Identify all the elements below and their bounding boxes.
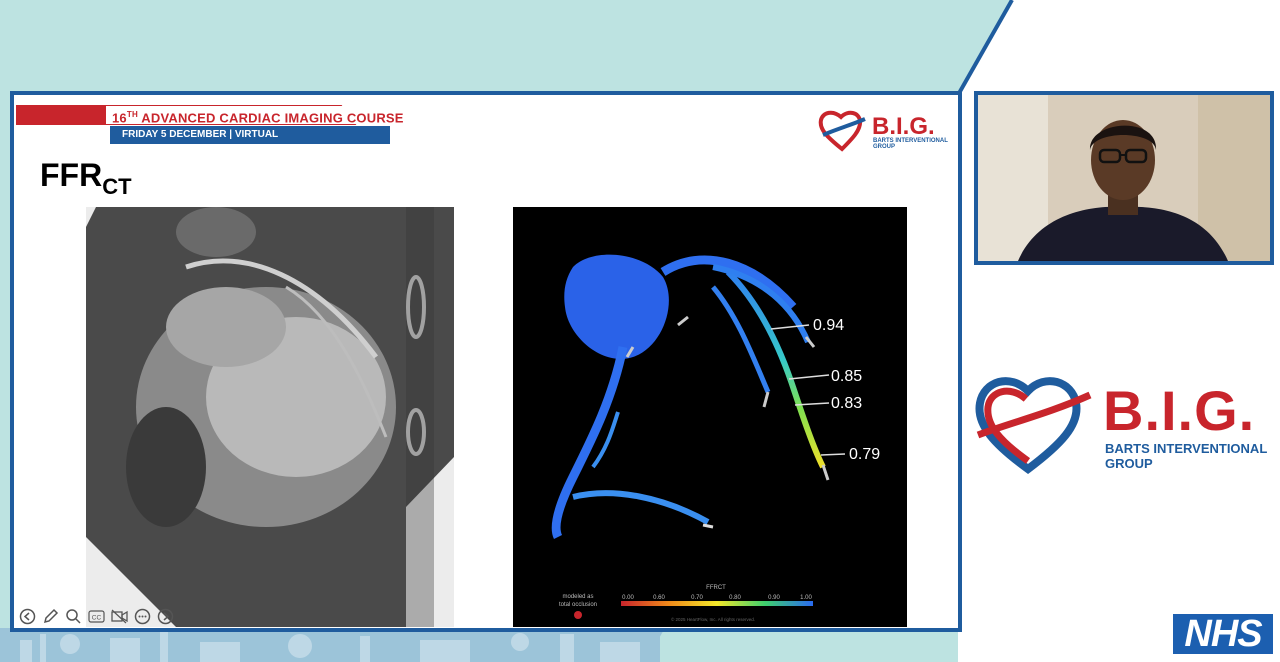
sidebar-logo-subtitle: BARTS INTERVENTIONAL GROUP <box>1105 441 1268 471</box>
occlusion-note: modeled as <box>562 594 593 600</box>
legend-tick: 0.00 <box>622 595 634 601</box>
ffr-value-label: 0.94 <box>813 317 844 334</box>
slide-logo-subtitle: BARTS INTERVENTIONAL GROUP <box>873 138 948 150</box>
course-title: 16TH ADVANCED CARDIAC IMAGING COURSE <box>106 106 410 125</box>
ffrct-model-image: 0.94 0.85 0.83 0.79 modeled as total occ… <box>513 207 907 627</box>
ct-scan-image <box>86 207 454 627</box>
occlusion-note: total occlusion <box>559 602 597 608</box>
occlusion-marker-icon <box>574 611 582 619</box>
ffr-value-label: 0.79 <box>849 446 880 463</box>
zoom-icon[interactable] <box>64 607 83 626</box>
presentation-controls: CC <box>18 607 175 626</box>
pen-icon[interactable] <box>41 607 60 626</box>
speaker-video <box>974 91 1274 265</box>
nhs-logo-text: NHS <box>1184 613 1262 655</box>
sidebar-logo-text: B.I.G. <box>1103 379 1256 442</box>
legend-tick: 0.90 <box>768 595 780 601</box>
ffr-value-label: 0.85 <box>831 368 862 385</box>
ffr-value-label: 0.83 <box>831 395 862 412</box>
captions-icon[interactable]: CC <box>87 607 106 626</box>
footer-skyline-band <box>0 630 660 662</box>
forward-arrow-icon[interactable] <box>156 607 175 626</box>
legend-tick: 0.80 <box>729 595 741 601</box>
legend-tick: 0.70 <box>691 595 703 601</box>
presentation-slide: 16TH ADVANCED CARDIAC IMAGING COURSE FRI… <box>10 91 962 632</box>
video-icon[interactable] <box>110 607 129 626</box>
legend-title: FFRCT <box>706 585 726 591</box>
slide-logo-text: B.I.G. <box>872 113 935 140</box>
more-icon[interactable] <box>133 607 152 626</box>
course-subtitle: FRIDAY 5 DECEMBER | VIRTUAL <box>110 126 390 144</box>
ffr-color-scale <box>621 601 813 606</box>
captions-label: CC <box>92 615 102 622</box>
slide-title: FFRCT <box>40 157 132 199</box>
copyright-text: © 2025 HeartFlow, Inc. All rights reserv… <box>671 616 755 622</box>
back-arrow-icon[interactable] <box>18 607 37 626</box>
legend-tick: 1.00 <box>800 595 812 601</box>
legend-tick: 0.60 <box>653 595 665 601</box>
